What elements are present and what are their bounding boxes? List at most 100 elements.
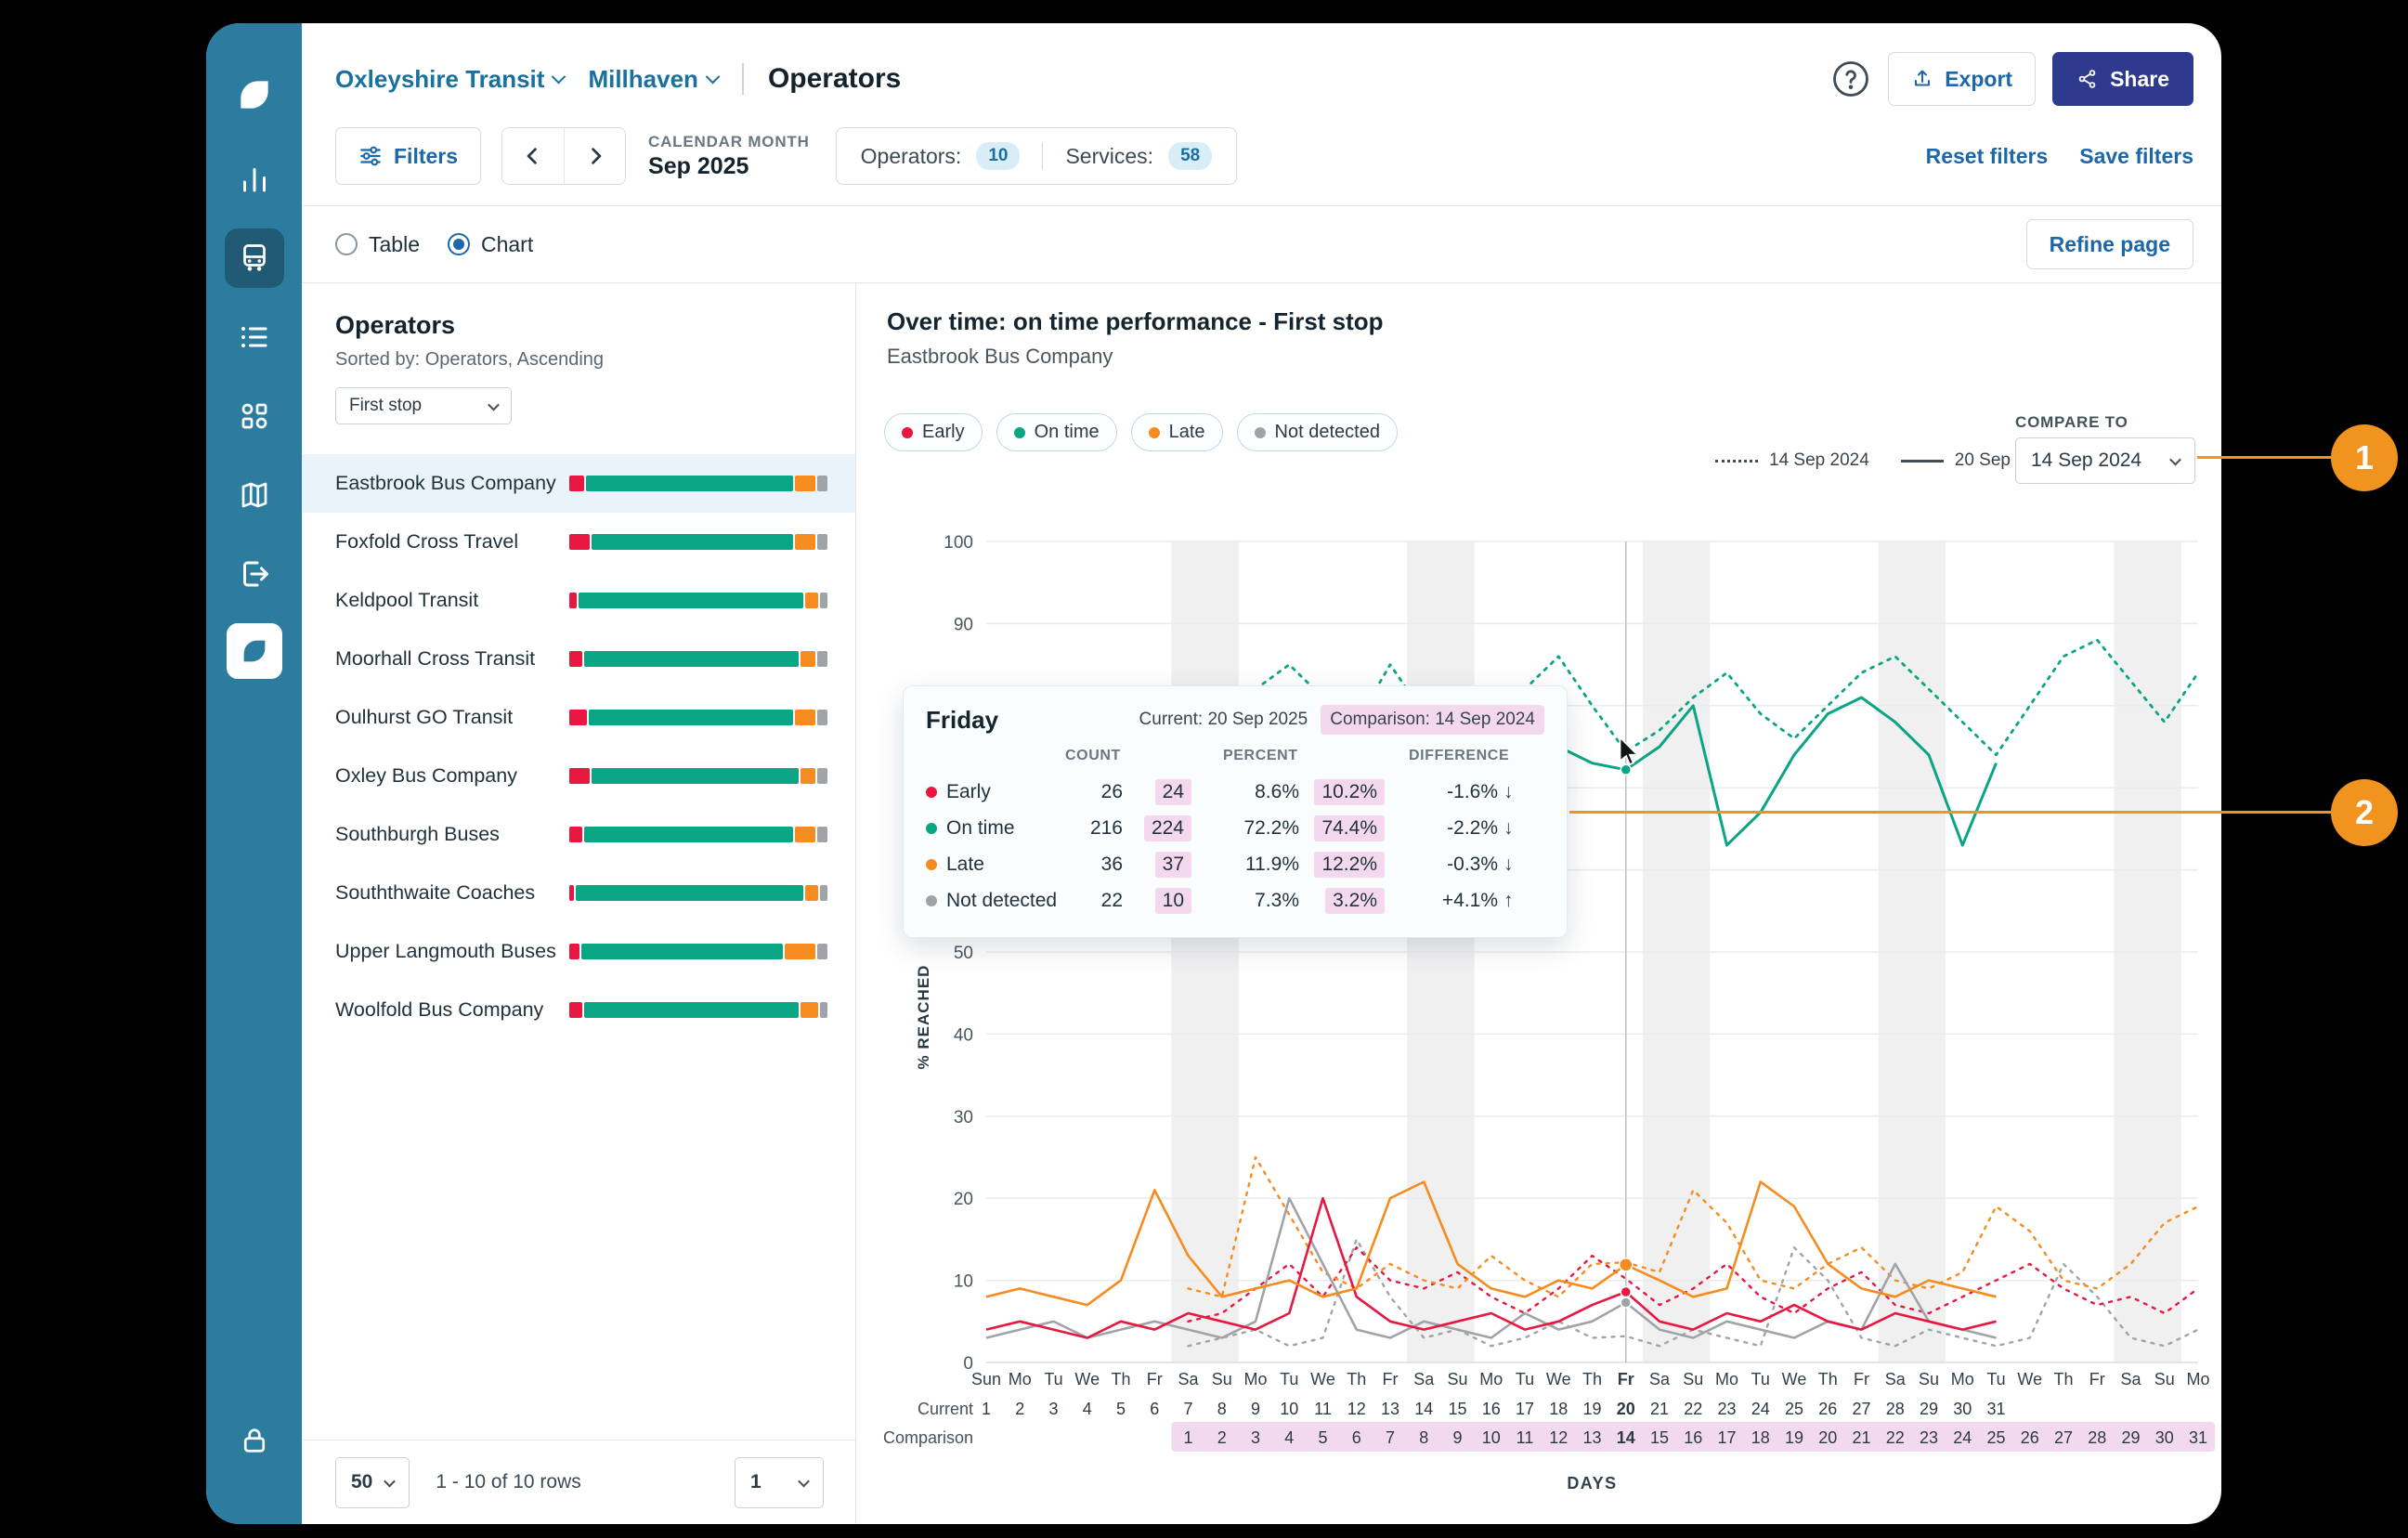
legend-chip-early[interactable]: Early (884, 413, 983, 451)
legend-chip-on-time[interactable]: On time (996, 413, 1117, 451)
help-button[interactable] (1830, 59, 1871, 99)
operator-name: Upper Langmouth Buses (335, 940, 556, 963)
operator-row[interactable]: Southburgh Buses (302, 805, 855, 864)
operator-row[interactable]: Souththwaite Coaches (302, 864, 855, 922)
operator-row[interactable]: Oxley Bus Company (302, 747, 855, 805)
svg-text:1: 1 (982, 1400, 991, 1418)
svg-text:Th: Th (1111, 1370, 1130, 1388)
operator-name: Souththwaite Coaches (335, 881, 556, 905)
operator-row[interactable]: Upper Langmouth Buses (302, 922, 855, 981)
mouse-cursor-icon (1610, 735, 1644, 773)
operators-count-label: Operators: (861, 144, 962, 169)
svg-text:22: 22 (1886, 1428, 1905, 1447)
svg-text:50: 50 (954, 944, 973, 963)
tooltip-count-current: 22 (1065, 882, 1123, 919)
svg-text:29: 29 (1920, 1400, 1938, 1418)
operator-row[interactable]: Moorhall Cross Transit (302, 630, 855, 688)
svg-text:DAYS: DAYS (1567, 1474, 1617, 1492)
tooltip-percent-current: 11.9% (1223, 846, 1299, 882)
view-radio-chart-label: Chart (481, 232, 533, 257)
bar-segment-early (569, 710, 587, 725)
compare-to-value: 14 Sep 2024 (2031, 450, 2141, 472)
svg-text:27: 27 (2054, 1428, 2073, 1447)
svg-text:21: 21 (1852, 1428, 1870, 1447)
next-month-button[interactable] (564, 128, 625, 184)
operator-row[interactable]: Foxfold Cross Travel (302, 513, 855, 571)
share-button[interactable]: Share (2052, 52, 2193, 106)
tooltip-column-count: COUNT (1065, 748, 1191, 774)
bar-segment-on-time (592, 534, 794, 550)
tooltip-percent-comparison: 12.2% (1299, 846, 1385, 882)
tooltip-row-label: Late (926, 846, 1065, 882)
nav-operators-bus-icon[interactable] (225, 228, 284, 288)
svg-text:90: 90 (954, 615, 973, 634)
refine-page-button[interactable]: Refine page (2026, 219, 2193, 269)
stop-filter-select[interactable]: First stop (335, 387, 512, 424)
bar-segment-early (569, 593, 577, 608)
save-filters-link[interactable]: Save filters (2079, 144, 2193, 169)
svg-text:30: 30 (954, 1108, 973, 1127)
bar-segment-on-time (576, 885, 803, 901)
breadcrumb-organisation[interactable]: Oxleyshire Transit (335, 65, 564, 94)
operator-name: Moorhall Cross Transit (335, 647, 556, 671)
bar-segment-not-detected (817, 944, 827, 959)
lock-icon[interactable] (238, 1424, 271, 1457)
view-radio-chart[interactable]: Chart (448, 232, 533, 257)
legend-dot (1149, 427, 1160, 438)
page-number-select[interactable]: 1 (735, 1457, 824, 1508)
nav-analytics-icon[interactable] (225, 150, 284, 209)
svg-text:26: 26 (1818, 1400, 1837, 1418)
svg-text:We: We (1546, 1370, 1571, 1388)
legend-dot (1014, 427, 1025, 438)
tooltip-count-current: 36 (1065, 846, 1123, 882)
svg-text:10: 10 (1482, 1428, 1501, 1447)
tooltip-percent-comparison: 3.2% (1299, 882, 1385, 919)
operator-row[interactable]: Woolfold Bus Company (302, 981, 855, 1039)
tooltip-table: COUNTPERCENTDIFFERENCEEarly26248.6%10.2%… (926, 748, 1544, 919)
operator-row[interactable]: Keldpool Transit (302, 571, 855, 630)
bar-segment-not-detected (817, 710, 827, 725)
view-radio-table[interactable]: Table (335, 232, 420, 257)
nav-map-icon[interactable] (225, 465, 284, 525)
bar-segment-not-detected (820, 593, 827, 608)
tooltip-count-current: 26 (1065, 774, 1123, 810)
tooltip-row-name: On time (946, 817, 1015, 840)
tooltip-row-label: On time (926, 810, 1065, 846)
page-size-select[interactable]: 50 (335, 1457, 410, 1508)
nav-sign-out-icon[interactable] (225, 544, 284, 604)
tooltip-difference: -0.3% (1409, 846, 1498, 882)
desktop: { "sidebar": { "icons": ["logo", "analyt… (0, 0, 2408, 1538)
breadcrumb-region[interactable]: Millhaven (588, 65, 717, 94)
bar-segment-early (569, 1002, 582, 1018)
legend-chip-late[interactable]: Late (1131, 413, 1223, 451)
nav-services-list-icon[interactable] (225, 307, 284, 367)
compare-to-select[interactable]: 14 Sep 2024 (2015, 437, 2195, 484)
operator-performance-bar (569, 944, 827, 959)
comparison-value-chip: 24 (1155, 779, 1191, 805)
svg-text:25: 25 (1986, 1428, 2005, 1447)
export-button[interactable]: Export (1888, 52, 2036, 106)
operators-panel: Operators Sorted by: Operators, Ascendin… (302, 283, 856, 1524)
svg-text:Mo: Mo (1243, 1370, 1267, 1388)
svg-text:Th: Th (2053, 1370, 2073, 1388)
nav-workspace-tile-icon[interactable] (227, 623, 282, 679)
operator-performance-bar (569, 593, 827, 608)
bar-segment-on-time (584, 1002, 799, 1018)
legend-chip-not-detected[interactable]: Not detected (1237, 413, 1398, 451)
month-pager (501, 127, 626, 185)
operator-row[interactable]: Oulhurst GO Transit (302, 688, 855, 747)
operator-row[interactable]: Eastbrook Bus Company (302, 454, 855, 513)
filters-button[interactable]: Filters (335, 127, 481, 185)
operator-list: Eastbrook Bus Company Foxfold Cross Trav… (302, 454, 855, 1039)
nav-apps-grid-icon[interactable] (225, 386, 284, 446)
tooltip-difference-arrow-icon: ↓ (1498, 774, 1520, 810)
svg-text:Tu: Tu (1986, 1370, 2005, 1388)
svg-text:Mo: Mo (1951, 1370, 1974, 1388)
breadcrumb-divider (742, 63, 744, 95)
svg-text:30: 30 (2155, 1428, 2174, 1447)
tooltip-spacer (1385, 882, 1409, 919)
svg-text:Th: Th (1818, 1370, 1838, 1388)
bar-segment-not-detected (817, 534, 827, 550)
reset-filters-link[interactable]: Reset filters (1926, 144, 2049, 169)
previous-month-button[interactable] (502, 128, 564, 184)
